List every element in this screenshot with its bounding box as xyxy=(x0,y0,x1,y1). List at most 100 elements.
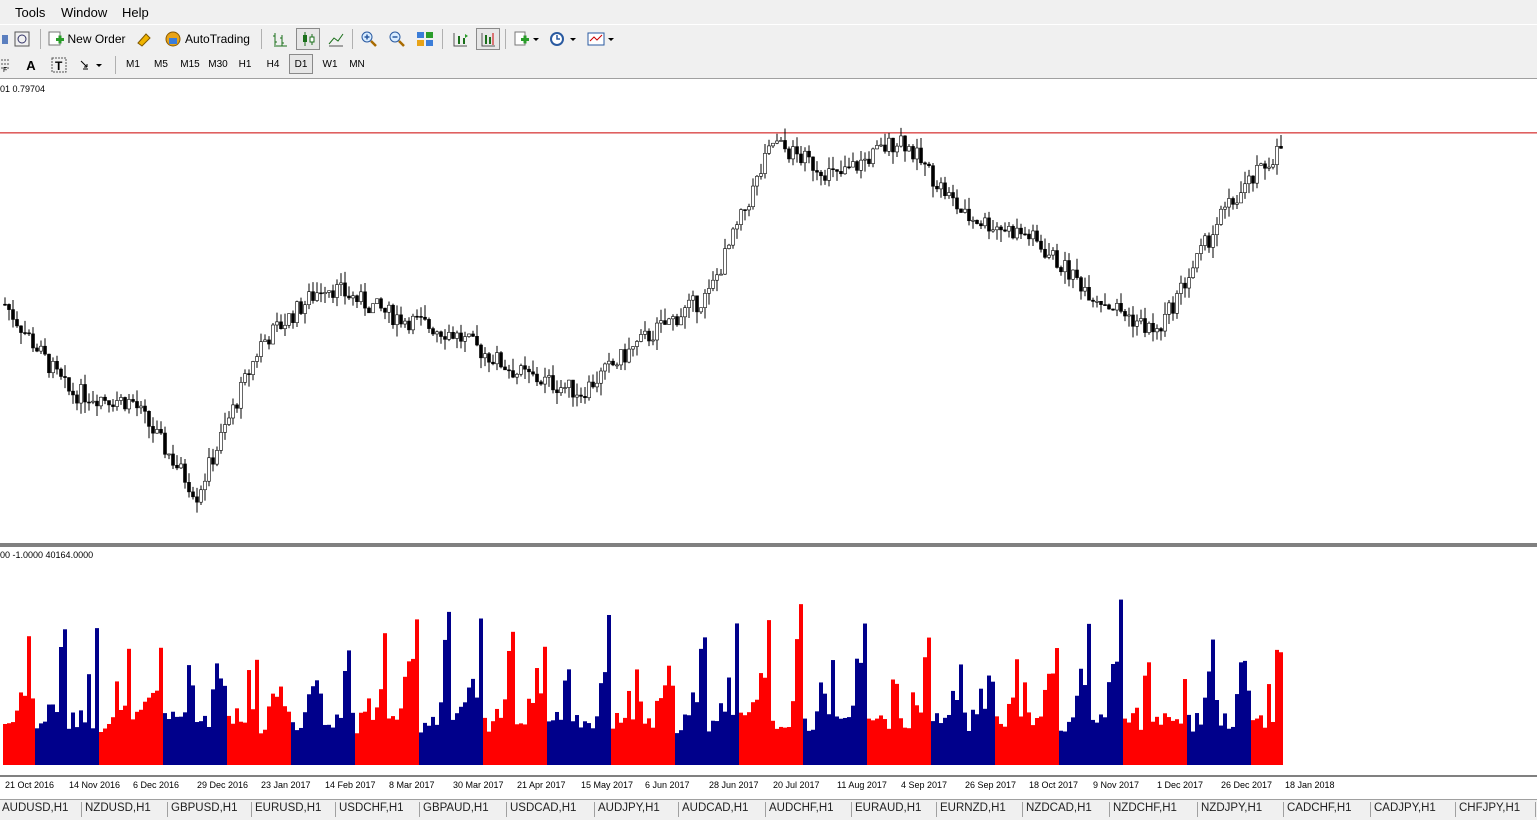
candle-body xyxy=(1151,322,1155,333)
candle-body xyxy=(167,453,171,456)
tab-separator xyxy=(167,802,168,817)
candle-body xyxy=(1107,304,1111,310)
volume-bar xyxy=(379,689,383,765)
candle-body xyxy=(971,219,975,222)
candle-body xyxy=(183,463,187,483)
date-label: 6 Dec 2016 xyxy=(133,780,180,790)
candle-body xyxy=(143,405,147,412)
date-label: 28 Jun 2017 xyxy=(709,780,759,790)
candle-body xyxy=(1115,303,1119,311)
symbol-tab[interactable]: CADJPY,H1 xyxy=(1374,802,1436,814)
volume-bar xyxy=(263,729,267,765)
candle-body xyxy=(655,322,659,341)
date-label: 26 Dec 2017 xyxy=(1221,780,1273,790)
candle-body xyxy=(579,394,583,397)
volume-bar xyxy=(3,723,7,765)
timeframe-mn[interactable]: MN xyxy=(345,54,369,74)
volume-bar xyxy=(291,722,295,765)
symbol-tab[interactable]: AUDUSD,H1 xyxy=(2,802,68,814)
candle-body xyxy=(1039,240,1043,250)
symbol-tab[interactable]: EURUSD,H1 xyxy=(255,802,321,814)
line-chart-icon[interactable] xyxy=(324,28,348,50)
symbol-tab[interactable]: NZDJPY,H1 xyxy=(1201,802,1262,814)
timeframe-m15[interactable]: M15 xyxy=(177,54,203,74)
autotrading-icon xyxy=(165,31,181,47)
candle-body xyxy=(139,405,143,409)
volume-bar xyxy=(619,722,623,765)
symbol-tab[interactable]: USDCAD,H1 xyxy=(510,802,576,814)
zoom-out-icon[interactable] xyxy=(385,28,409,50)
autotrading-button[interactable]: AutoTrading xyxy=(160,28,254,50)
candle-body xyxy=(175,464,179,469)
fibonacci-icon[interactable]: F xyxy=(0,54,12,76)
templates-dropdown-icon[interactable] xyxy=(585,28,617,50)
volume-bar xyxy=(1195,713,1199,765)
volume-bar xyxy=(19,692,23,765)
strategy-tester-icon[interactable] xyxy=(11,28,33,50)
candlestick-chart-icon[interactable] xyxy=(296,28,320,50)
menu-help[interactable]: Help xyxy=(122,5,149,20)
volume-bar xyxy=(871,720,875,765)
candle-body xyxy=(543,376,547,385)
timeframe-h1[interactable]: H1 xyxy=(233,54,257,74)
symbol-tab[interactable]: EURNZD,H1 xyxy=(940,802,1006,814)
symbol-tab[interactable]: AUDCHF,H1 xyxy=(769,802,834,814)
volume-bar xyxy=(735,623,739,765)
volume-bar xyxy=(151,692,155,765)
timeframe-d1[interactable]: D1 xyxy=(289,54,313,74)
symbol-tab[interactable]: GBPAUD,H1 xyxy=(423,802,489,814)
zoom-in-icon[interactable] xyxy=(357,28,381,50)
periodicity-dropdown-icon[interactable] xyxy=(546,28,578,50)
volume-bar xyxy=(831,660,835,765)
timeframe-m1[interactable]: M1 xyxy=(121,54,145,74)
volume-bar xyxy=(1255,718,1259,765)
volume-bar xyxy=(55,712,59,765)
metaeditor-icon[interactable] xyxy=(133,28,155,50)
price-chart[interactable] xyxy=(0,79,1537,779)
candle-body xyxy=(387,304,391,313)
symbol-tab[interactable]: CADCHF,H1 xyxy=(1287,802,1352,814)
candle-body xyxy=(1175,293,1179,314)
volume-bar xyxy=(615,712,619,765)
volume-bar xyxy=(1215,700,1219,765)
timeframe-w1[interactable]: W1 xyxy=(318,54,342,74)
candle-body xyxy=(23,332,27,334)
symbol-tab[interactable]: NZDCHF,H1 xyxy=(1113,802,1177,814)
volume-bar xyxy=(631,719,635,765)
symbol-tab[interactable]: GBPUSD,H1 xyxy=(171,802,237,814)
volume-bar xyxy=(51,704,55,765)
timeframe-m30[interactable]: M30 xyxy=(205,54,231,74)
tile-windows-icon[interactable] xyxy=(413,28,437,50)
candle-body xyxy=(807,150,811,158)
indicators-dropdown-icon[interactable] xyxy=(511,28,541,50)
chart-shift-icon[interactable] xyxy=(476,28,500,50)
candle-body xyxy=(211,457,215,465)
volume-bar xyxy=(519,723,523,765)
arrows-dropdown-icon[interactable] xyxy=(76,54,108,76)
symbol-tab[interactable]: AUDJPY,H1 xyxy=(598,802,660,814)
candle-body xyxy=(35,347,39,352)
menu-tools[interactable]: Tools xyxy=(15,5,45,20)
candle-body xyxy=(975,219,979,224)
symbol-tab[interactable]: AUDCAD,H1 xyxy=(682,802,748,814)
symbol-tab[interactable]: CHFJPY,H1 xyxy=(1459,802,1520,814)
bar-chart-icon[interactable] xyxy=(268,28,292,50)
new-order-button[interactable]: New Order xyxy=(46,28,128,50)
candle-body xyxy=(1243,183,1247,193)
volume-bar xyxy=(1143,675,1147,765)
timeframe-h4[interactable]: H4 xyxy=(261,54,285,74)
candle-body xyxy=(947,192,951,196)
symbol-tab[interactable]: NZDCAD,H1 xyxy=(1026,802,1092,814)
menu-window[interactable]: Window xyxy=(61,5,107,20)
chart-window[interactable]: 01 0.79704 00 -1.0000 40164.0000 xyxy=(0,79,1537,799)
symbol-tab[interactable]: USDCHF,H1 xyxy=(339,802,404,814)
auto-scroll-icon[interactable] xyxy=(448,28,472,50)
text-box-icon[interactable]: T xyxy=(48,54,70,76)
symbol-tab[interactable]: EURAUD,H1 xyxy=(855,802,921,814)
volume-bar xyxy=(367,698,371,765)
timeframe-m5[interactable]: M5 xyxy=(149,54,173,74)
symbol-tab[interactable]: NZDUSD,H1 xyxy=(85,802,151,814)
volume-bar xyxy=(947,714,951,765)
text-label-icon[interactable]: A xyxy=(20,54,42,76)
candle-body xyxy=(727,244,731,249)
